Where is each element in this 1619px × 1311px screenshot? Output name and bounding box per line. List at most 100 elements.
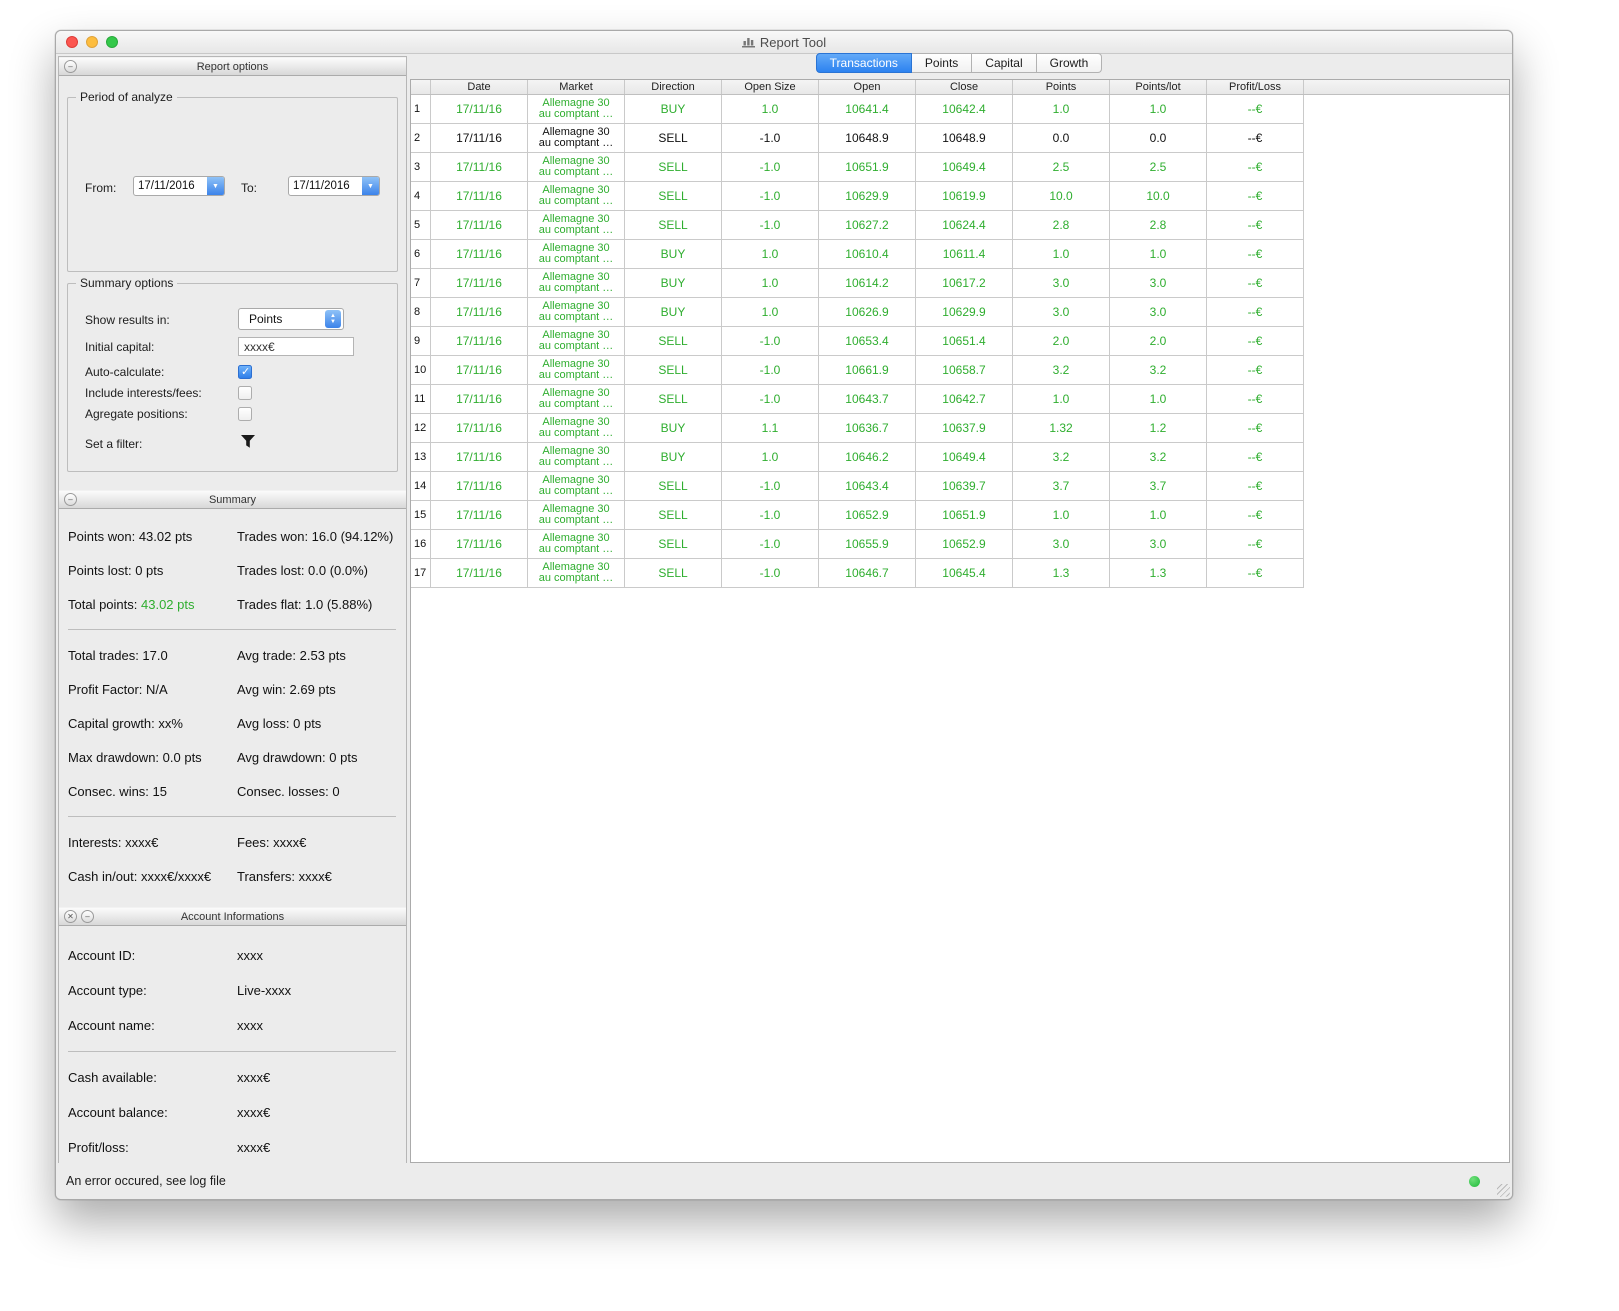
minimize-window-button[interactable] [86,36,98,48]
table-row[interactable]: 9 17/11/16 Allemagne 30 au comptant … SELL -… [411,327,1509,356]
summary-stat-left: Consec. wins: 15 [68,783,167,799]
title-bar[interactable]: Report Tool [56,31,1512,54]
table-row[interactable]: 5 17/11/16 Allemagne 30 au comptant … SELL -… [411,211,1509,240]
cell-points_lot: 1.0 [1110,501,1207,530]
cell-points: 1.0 [1013,95,1110,124]
cell-open_size: -1.0 [722,182,819,211]
cell-direction: BUY [625,95,722,124]
cell-direction: SELL [625,153,722,182]
table-row[interactable]: 17 17/11/16 Allemagne 30 au comptant … SELL… [411,559,1509,588]
cell-direction: SELL [625,211,722,240]
cell-date: 17/11/16 [431,559,528,588]
cell-close: 10649.4 [916,153,1013,182]
close-window-button[interactable] [66,36,78,48]
initial-capital-input[interactable] [238,337,354,356]
divider [68,816,396,817]
collapse-panel-icon[interactable]: – [64,60,77,73]
column-header[interactable]: Profit/Loss [1207,80,1304,94]
chevron-down-icon[interactable]: ▼ [362,177,379,195]
cell-open_size: -1.0 [722,472,819,501]
table-row[interactable]: 3 17/11/16 Allemagne 30 au comptant … SELL -… [411,153,1509,182]
table-row[interactable]: 13 17/11/16 Allemagne 30 au comptant … BUY 1… [411,443,1509,472]
cell-open: 10655.9 [819,530,916,559]
table-row[interactable]: 14 17/11/16 Allemagne 30 au comptant … SELL… [411,472,1509,501]
account-row: Account ID: xxxx [59,938,406,973]
tab-transactions[interactable]: Transactions [815,53,912,73]
show-results-dropdown[interactable]: Points ▲ ▼ [238,308,344,330]
table-row[interactable]: 12 17/11/16 Allemagne 30 au comptant … BUY 1… [411,414,1509,443]
tab-growth[interactable]: Growth [1036,53,1103,73]
cell-num: 12 [411,414,431,443]
total-points-value: 43.02 pts [141,596,195,612]
cell-points: 3.2 [1013,356,1110,385]
cell-close: 10642.4 [916,95,1013,124]
cell-market: Allemagne 30 au comptant … [528,443,625,472]
to-date-dropdown[interactable]: 17/11/2016 ▼ [288,176,380,196]
cell-profit: --€ [1207,240,1304,269]
column-header[interactable]: Direction [625,80,722,94]
summary-stat-left: Points won: 43.02 pts [68,528,193,544]
table-row[interactable]: 1 17/11/16 Allemagne 30 au comptant … BUY 1.… [411,95,1509,124]
table-row[interactable]: 2 17/11/16 Allemagne 30 au comptant … SELL -… [411,124,1509,153]
cell-profit: --€ [1207,530,1304,559]
table-row[interactable]: 16 17/11/16 Allemagne 30 au comptant … SELL… [411,530,1509,559]
cell-points: 1.0 [1013,385,1110,414]
filter-funnel-icon[interactable] [240,434,256,449]
include-interests-checkbox[interactable] [238,386,252,400]
cell-open_size: 1.1 [722,414,819,443]
agregate-positions-checkbox[interactable] [238,407,252,421]
cell-market: Allemagne 30 au comptant … [528,356,625,385]
table-row[interactable]: 11 17/11/16 Allemagne 30 au comptant … SELL… [411,385,1509,414]
cell-date: 17/11/16 [431,124,528,153]
include-interests-label: Include interests/fees: [85,386,202,400]
table-row[interactable]: 8 17/11/16 Allemagne 30 au comptant … BUY 1.… [411,298,1509,327]
cell-num: 4 [411,182,431,211]
tab-capital[interactable]: Capital [972,53,1037,73]
close-panel-icon[interactable]: ✕ [64,910,77,923]
table-row[interactable]: 4 17/11/16 Allemagne 30 au comptant … SELL -… [411,182,1509,211]
cell-date: 17/11/16 [431,443,528,472]
cell-market: Allemagne 30 au comptant … [528,95,625,124]
column-header[interactable]: Open Size [722,80,819,94]
sidebar: – Report options Period of analyze From:… [58,56,407,1165]
summary-options-group-label: Summary options [76,276,178,290]
traffic-lights [66,36,118,48]
cell-date: 17/11/16 [431,414,528,443]
auto-calculate-checkbox[interactable] [238,365,252,379]
column-header[interactable]: Points [1013,80,1110,94]
cell-direction: SELL [625,559,722,588]
summary-stat-right: Consec. losses: 0 [237,783,340,799]
cell-open_size: -1.0 [722,501,819,530]
cell-points_lot: 1.0 [1110,95,1207,124]
column-header[interactable]: Points/lot [1110,80,1207,94]
collapse-panel-icon[interactable]: – [64,493,77,506]
table-row[interactable]: 6 17/11/16 Allemagne 30 au comptant … BUY 1.… [411,240,1509,269]
tab-points[interactable]: Points [911,53,973,73]
column-header[interactable]: Open [819,80,916,94]
cell-close: 10629.9 [916,298,1013,327]
summary-stat-right: Avg win: 2.69 pts [237,681,336,697]
cell-profit: --€ [1207,472,1304,501]
cell-points_lot: 3.0 [1110,269,1207,298]
zoom-window-button[interactable] [106,36,118,48]
from-date-dropdown[interactable]: 17/11/2016 ▼ [133,176,225,196]
column-header[interactable] [411,80,431,94]
chevron-down-icon[interactable]: ▼ [207,177,224,195]
table-row[interactable]: 15 17/11/16 Allemagne 30 au comptant … SELL… [411,501,1509,530]
summary-row: Profit Factor: N/A Avg win: 2.69 pts [59,672,406,706]
cell-market: Allemagne 30 au comptant … [528,240,625,269]
column-header[interactable]: Date [431,80,528,94]
resize-grip[interactable] [1497,1184,1510,1197]
collapse-panel-icon[interactable]: – [81,910,94,923]
stepper-arrows-icon[interactable]: ▲ ▼ [325,310,341,328]
column-header[interactable]: Market [528,80,625,94]
cell-direction: BUY [625,240,722,269]
column-header[interactable]: Close [916,80,1013,94]
table-row[interactable]: 7 17/11/16 Allemagne 30 au comptant … BUY 1.… [411,269,1509,298]
cell-profit: --€ [1207,559,1304,588]
table-row[interactable]: 10 17/11/16 Allemagne 30 au comptant … SELL… [411,356,1509,385]
summary-stat-right: Trades flat: 1.0 (5.88%) [237,596,373,612]
cell-direction: BUY [625,298,722,327]
cell-open: 10643.4 [819,472,916,501]
cell-num: 6 [411,240,431,269]
